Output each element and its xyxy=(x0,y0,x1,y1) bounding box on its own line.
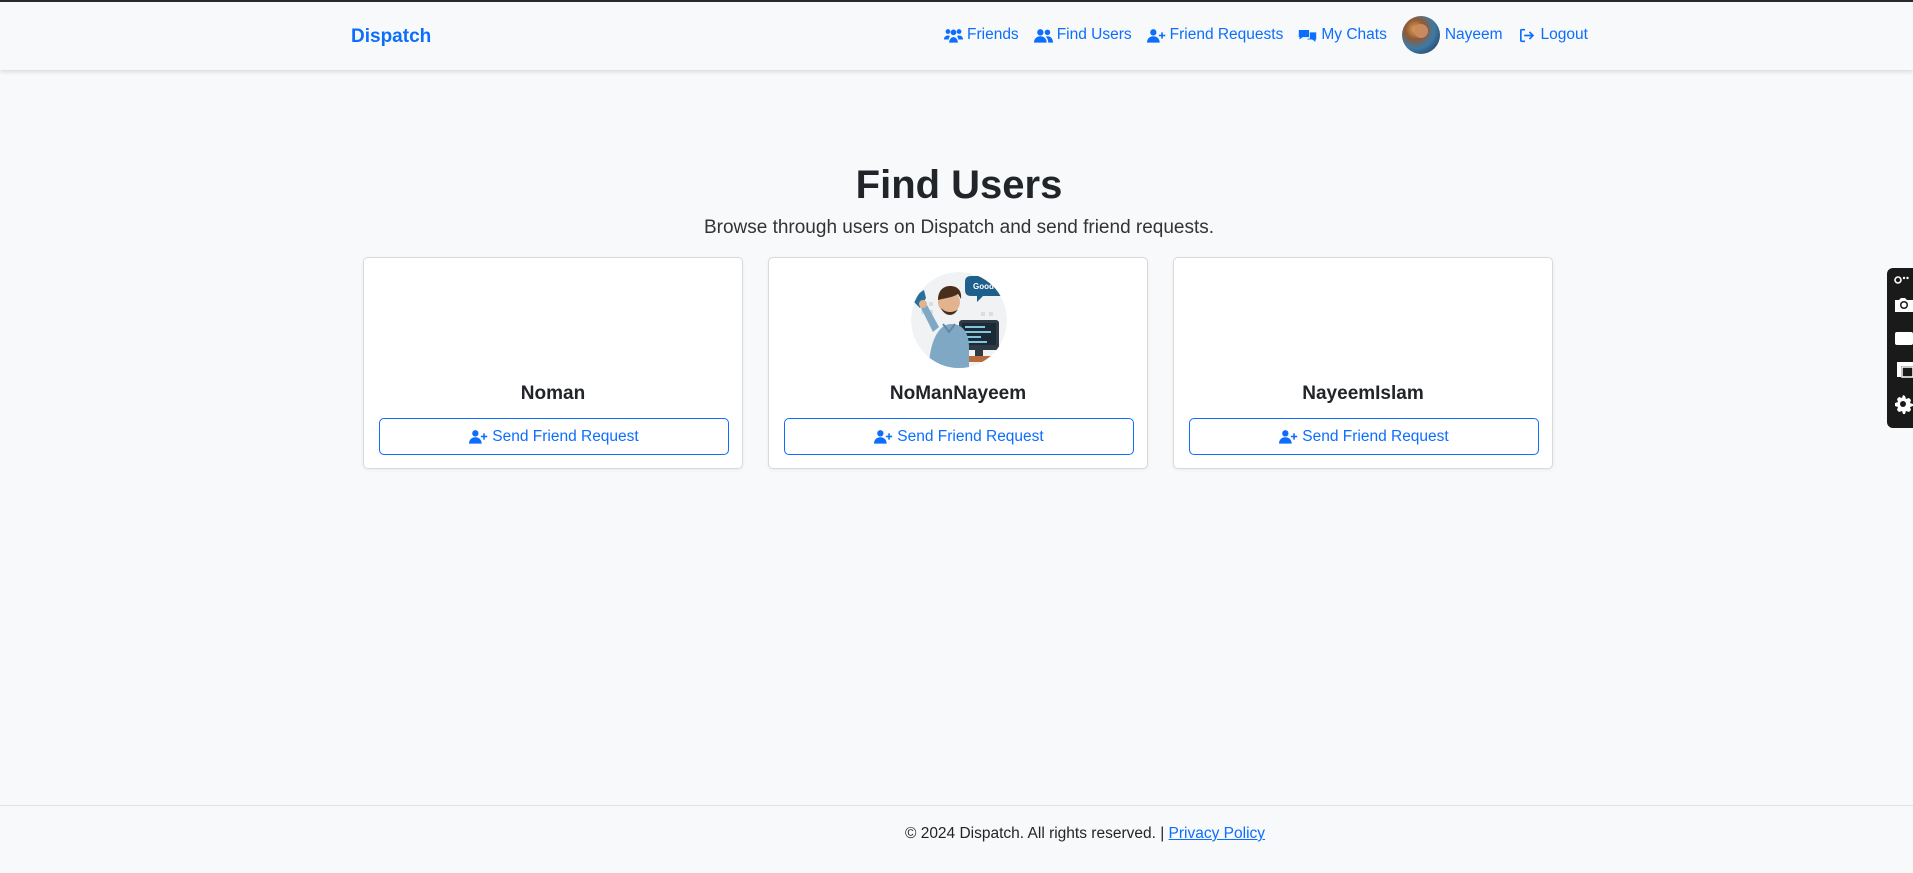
users-icon xyxy=(944,28,963,43)
developer-illustration-avatar: Good B xyxy=(911,272,1007,368)
nav-menu: Friends Find Users Friend Requests My Ch… xyxy=(944,16,1603,54)
logout-icon xyxy=(1519,28,1534,42)
nav-profile[interactable]: Nayeem xyxy=(1401,16,1503,54)
user-avatar: Good B xyxy=(911,272,1007,368)
user-card-name: NoManNayeem xyxy=(889,383,1027,404)
link-icon[interactable] xyxy=(1893,273,1909,287)
user-card: NayeemIslam Send Friend Request xyxy=(1173,257,1553,469)
send-friend-request-button[interactable]: Send Friend Request xyxy=(1189,418,1539,455)
send-friend-request-label: Send Friend Request xyxy=(897,427,1044,445)
user-card: Noman Send Friend Request xyxy=(363,257,743,469)
chat-icon xyxy=(1299,29,1317,42)
send-friend-request-label: Send Friend Request xyxy=(1302,427,1449,445)
video-icon[interactable] xyxy=(1893,328,1913,348)
svg-text:Good B: Good B xyxy=(973,282,1002,291)
user-card-name: Noman xyxy=(520,383,586,404)
brand-logo[interactable]: Dispatch xyxy=(351,26,431,48)
page-title: Find Users xyxy=(855,163,1063,207)
nav-user-name: Nayeem xyxy=(1444,26,1503,43)
page-subtitle: Browse through users on Dispatch and sen… xyxy=(703,217,1215,238)
user-card-list: Noman Send Friend Request Good B NoManNa… xyxy=(363,257,1553,469)
user-card: Good B NoManNayeem Send Friend Request xyxy=(768,257,1148,469)
nav-my-chats-label: My Chats xyxy=(1321,26,1387,43)
nav-my-chats[interactable]: My Chats xyxy=(1298,26,1387,44)
privacy-policy-link[interactable]: Privacy Policy xyxy=(1169,825,1265,842)
avatar xyxy=(1401,16,1440,54)
nav-friends-label: Friends xyxy=(967,26,1019,43)
footer-copyright: © 2024 Dispatch. All rights reserved. | xyxy=(904,825,1165,842)
user-plus-icon xyxy=(874,430,893,444)
navbar: Dispatch Friends Find Users Friend Reque xyxy=(0,2,1913,70)
screen-icon[interactable] xyxy=(1893,360,1913,380)
camera-icon[interactable] xyxy=(1893,294,1913,314)
send-friend-request-button[interactable]: Send Friend Request xyxy=(784,418,1134,455)
nav-friends[interactable]: Friends xyxy=(944,26,1019,44)
nav-find-users[interactable]: Find Users xyxy=(1033,26,1132,44)
user-card-name: NayeemIslam xyxy=(1302,383,1424,404)
user-plus-icon xyxy=(1146,28,1165,43)
send-friend-request-label: Send Friend Request xyxy=(492,427,639,445)
nav-logout[interactable]: Logout xyxy=(1518,26,1588,44)
user-plus-icon xyxy=(469,430,488,444)
side-toolbar xyxy=(1887,268,1913,428)
footer-text: © 2024 Dispatch. All rights reserved. | … xyxy=(0,825,1913,843)
nav-friend-requests-label: Friend Requests xyxy=(1169,26,1284,43)
nav-logout-label: Logout xyxy=(1540,26,1588,43)
user-group-icon xyxy=(1033,28,1053,43)
nav-friend-requests[interactable]: Friend Requests xyxy=(1146,26,1284,44)
send-friend-request-button[interactable]: Send Friend Request xyxy=(379,418,729,455)
footer: © 2024 Dispatch. All rights reserved. | … xyxy=(0,805,1913,873)
nav-find-users-label: Find Users xyxy=(1056,26,1132,43)
gear-icon[interactable] xyxy=(1893,394,1913,414)
user-plus-icon xyxy=(1279,430,1298,444)
